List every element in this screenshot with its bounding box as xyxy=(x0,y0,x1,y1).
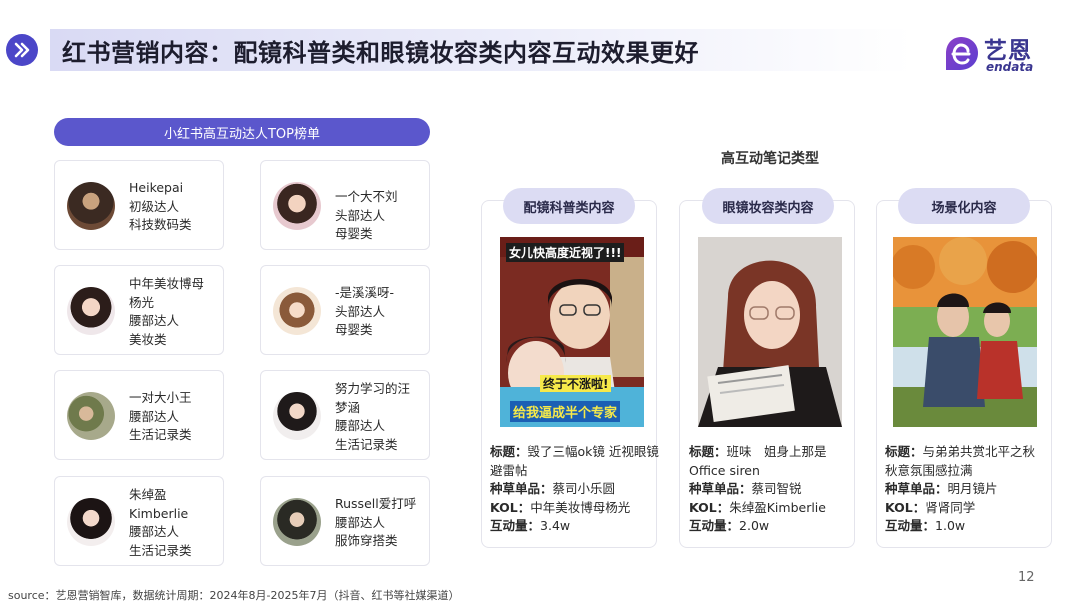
title-bar: 红书营销内容：配镜科普类和眼镜妆容类内容互动效果更好 xyxy=(50,29,912,71)
avatar xyxy=(67,392,115,440)
note-kol: KOL：朱绰盈Kimberlie xyxy=(689,499,826,515)
avatar xyxy=(273,287,321,335)
kol-tier: 初级达人 xyxy=(129,198,180,214)
note-type-label: 配镜科普类内容 xyxy=(503,188,635,224)
note-kol: KOL：中年美妆博母杨光 xyxy=(490,499,631,515)
kol-tier: 腰部达人 xyxy=(129,524,180,539)
kol-tier: 腰部达人 xyxy=(335,514,386,530)
kol-name: 朱绰盈 xyxy=(129,487,167,502)
kol-name: 一个大不刘 xyxy=(335,189,398,204)
note-title: 标题：与弟弟共赏北平之秋 秋意氛围感拉满 xyxy=(885,444,1048,478)
kol-name: Russell爱打呼 xyxy=(335,496,417,511)
avatar xyxy=(67,287,115,335)
thumb-caption: 给我逼成半个专家 xyxy=(510,401,621,422)
kol-tier: 腰部达人 xyxy=(129,408,180,424)
page-number: 12 xyxy=(1018,570,1035,585)
note-thumbnail xyxy=(893,237,1037,427)
note-thumbnail xyxy=(698,237,842,427)
note-type-label: 眼镜妆容类内容 xyxy=(702,188,834,224)
kol-category: 生活记录类 xyxy=(129,542,192,558)
note-title: 标题：毁了三幅ok镜 近视眼镜避雷帖 xyxy=(490,444,659,478)
kol-tier: 腰部达人 xyxy=(129,313,180,328)
kol-card: 一个大不刘 头部达人 母婴类 xyxy=(260,160,430,250)
kol-name: 中年美妆博母 xyxy=(129,276,205,291)
logo-text-en: endata xyxy=(986,60,1034,74)
avatar xyxy=(273,392,321,440)
endata-logo-icon xyxy=(946,37,978,70)
avatar xyxy=(67,498,115,546)
note-info: 标题：与弟弟共赏北平之秋 秋意氛围感拉满 种草单品：明月镜片 KOL：肾肾同学 … xyxy=(885,443,1057,536)
ranking-header: 小红书高互动达人TOP榜单 xyxy=(54,118,430,146)
kol-name-cont: 梦涵 xyxy=(335,399,361,415)
footer-source: source：艺恩营销智库，数据统计周期：2024年8月-2025年7月（抖音、… xyxy=(8,589,460,602)
thumb-caption: 女儿快高度近视了!!! xyxy=(506,243,625,262)
avatar xyxy=(273,182,321,230)
note-types-title: 高互动笔记类型 xyxy=(721,151,819,167)
kol-name-cont: 杨光 xyxy=(129,294,155,310)
kol-category: 母婴类 xyxy=(335,322,373,337)
note-interaction: 互动量：2.0w xyxy=(689,518,770,533)
note-interaction: 互动量：1.0w xyxy=(885,518,966,533)
kol-card: 一对大小王 腰部达人 生活记录类 xyxy=(54,370,224,460)
kol-name: Heikepai xyxy=(129,180,184,195)
header-chevron-icon xyxy=(6,34,38,66)
note-title: 标题：班味 姐身上那是Office siren xyxy=(689,444,827,478)
avatar xyxy=(67,182,115,230)
kol-card: 朱绰盈 Kimberlie 腰部达人 生活记录类 xyxy=(54,476,224,566)
kol-name: 一对大小王 xyxy=(129,390,192,405)
kol-category: 服饰穿搭类 xyxy=(335,533,398,548)
kol-card: -是溪溪呀- 头部达人 母婴类 xyxy=(260,265,430,355)
note-interaction: 互动量：3.4w xyxy=(490,518,571,533)
page-title: 红书营销内容：配镜科普类和眼镜妆容类内容互动效果更好 xyxy=(62,38,699,67)
note-product: 种草单品：蔡司小乐圆 xyxy=(490,481,616,496)
kol-category: 母婴类 xyxy=(335,226,373,241)
note-product: 种草单品：蔡司智锐 xyxy=(689,481,802,496)
kol-name: 努力学习的汪 xyxy=(335,381,411,396)
kol-card: Heikepai 初级达人 科技数码类 xyxy=(54,160,224,250)
kol-card: 努力学习的汪 梦涵 腰部达人 生活记录类 xyxy=(260,370,430,460)
kol-name: -是溪溪呀- xyxy=(335,285,395,300)
thumb-caption: 终于不涨啦! xyxy=(540,375,612,392)
note-info: 标题：班味 姐身上那是Office siren 种草单品：蔡司智锐 KOL：朱绰… xyxy=(689,443,861,536)
kol-category: 科技数码类 xyxy=(129,217,192,232)
kol-card: Russell爱打呼 腰部达人 服饰穿搭类 xyxy=(260,476,430,566)
avatar xyxy=(273,498,321,546)
note-info: 标题：毁了三幅ok镜 近视眼镜避雷帖 种草单品：蔡司小乐圆 KOL：中年美妆博母… xyxy=(490,443,662,536)
kol-card: 中年美妆博母 杨光 腰部达人 美妆类 xyxy=(54,265,224,355)
kol-category: 美妆类 xyxy=(129,331,167,347)
kol-tier: 头部达人 xyxy=(335,303,386,319)
kol-category: 生活记录类 xyxy=(335,436,398,452)
note-kol: KOL：肾肾同学 xyxy=(885,499,976,515)
kol-category: 生活记录类 xyxy=(129,427,192,442)
note-product: 种草单品：明月镜片 xyxy=(885,481,998,496)
note-type-label: 场景化内容 xyxy=(898,188,1030,224)
kol-name-cont: Kimberlie xyxy=(129,505,189,521)
endata-logo: 艺恩 endata xyxy=(940,33,1050,75)
kol-tier: 头部达人 xyxy=(335,207,386,223)
note-thumbnail: 女儿快高度近视了!!! 终于不涨啦! 给我逼成半个专家 xyxy=(500,237,644,427)
kol-tier: 腰部达人 xyxy=(335,418,386,433)
